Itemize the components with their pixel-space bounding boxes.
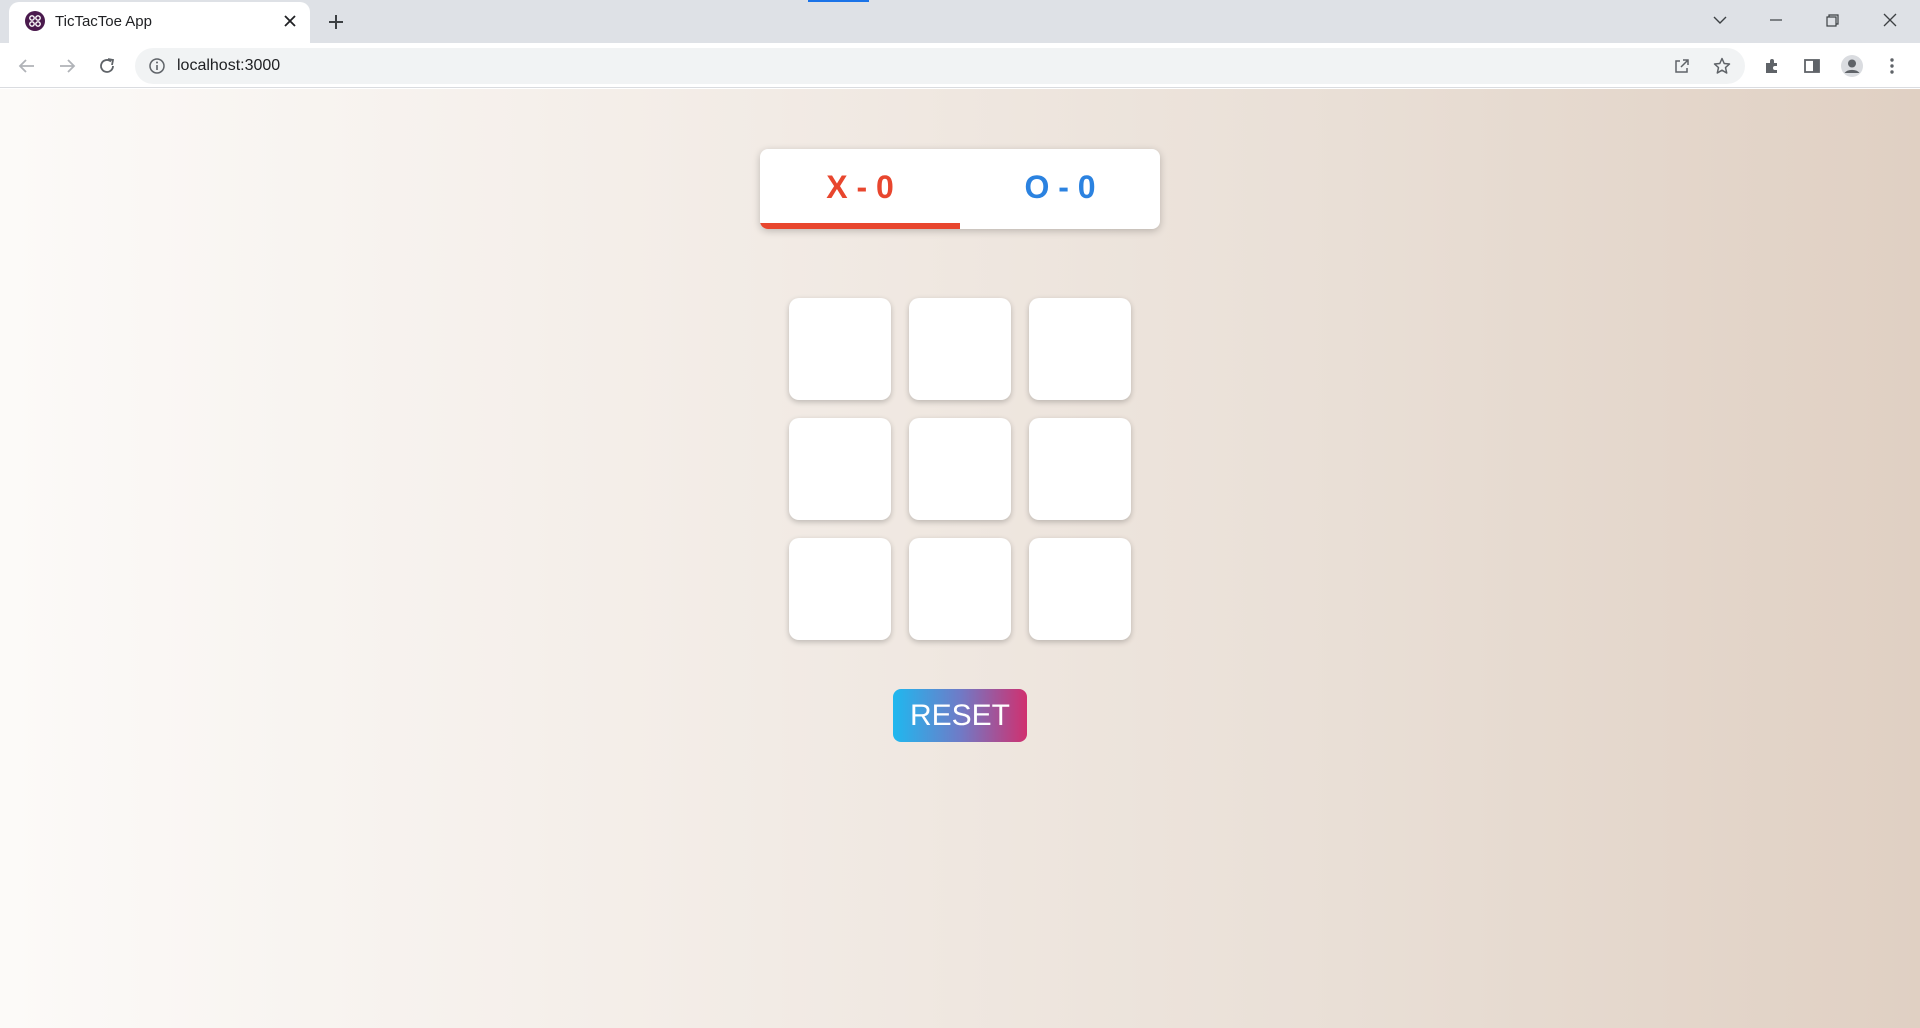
current-turn-indicator: [760, 223, 960, 229]
bookmark-star-icon[interactable]: [1711, 55, 1733, 77]
board-cell-2[interactable]: [909, 298, 1011, 400]
score-o: O - 0: [1024, 168, 1096, 205]
board-cell-6[interactable]: [1029, 418, 1131, 520]
close-window-icon[interactable]: [1862, 0, 1918, 40]
reload-icon[interactable]: [91, 50, 123, 82]
address-bar[interactable]: localhost:3000: [135, 48, 1745, 84]
share-icon[interactable]: [1671, 55, 1693, 77]
extensions-puzzle-icon[interactable]: [1756, 50, 1788, 82]
board-cell-1[interactable]: [789, 298, 891, 400]
tab-loading-indicator: [808, 0, 869, 2]
board-cell-8[interactable]: [909, 538, 1011, 640]
tab-title: TicTacToe App: [55, 13, 152, 30]
board-cell-4[interactable]: [789, 418, 891, 520]
board-cell-5[interactable]: [909, 418, 1011, 520]
back-arrow-icon[interactable]: [11, 50, 43, 82]
side-panel-icon[interactable]: [1796, 50, 1828, 82]
browser-tabstrip: TicTacToe App: [0, 0, 1920, 43]
site-info-icon[interactable]: [148, 57, 166, 75]
tab-search-icon[interactable]: [1692, 0, 1748, 40]
new-tab-icon[interactable]: [322, 8, 350, 36]
board-cell-3[interactable]: [1029, 298, 1131, 400]
scoreboard: X - 0 O - 0: [760, 149, 1160, 229]
browser-toolbar: localhost:3000: [0, 43, 1920, 88]
board-cell-7[interactable]: [789, 538, 891, 640]
browser-tab[interactable]: TicTacToe App: [9, 2, 310, 43]
score-x: X - 0: [826, 168, 894, 205]
browser-menu-icon[interactable]: [1876, 50, 1908, 82]
restore-icon[interactable]: [1804, 0, 1860, 40]
tab-close-icon[interactable]: [280, 11, 300, 31]
forward-arrow-icon[interactable]: [51, 50, 83, 82]
profile-avatar-icon[interactable]: [1836, 50, 1868, 82]
board-cell-9[interactable]: [1029, 538, 1131, 640]
reset-button[interactable]: RESET: [893, 689, 1027, 742]
page-content: X - 0 O - 0 RESET: [0, 89, 1920, 1028]
game-board: [789, 298, 1131, 640]
app-favicon-icon: [25, 11, 45, 31]
minimize-icon[interactable]: [1748, 0, 1804, 40]
url-text: localhost:3000: [177, 57, 281, 74]
